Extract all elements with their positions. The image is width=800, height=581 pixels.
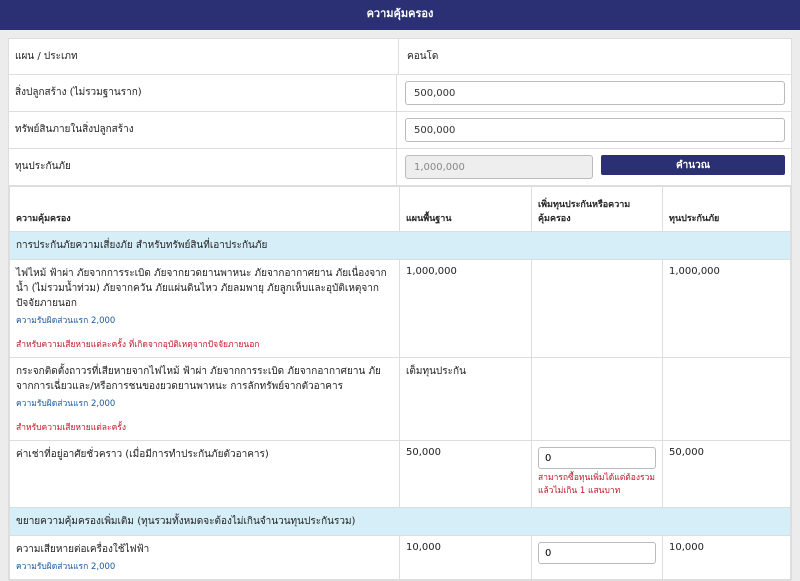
base-value: 50,000	[399, 440, 532, 508]
coverage-note: สำหรับความเสียหายแต่ละครั้ง	[16, 423, 126, 433]
coverage-panel: แผน / ประเภท คอนโด สิ่งปลูกสร้าง (ไม่รวม…	[8, 38, 792, 581]
building-row: สิ่งปลูกสร้าง (ไม่รวมฐานราก)	[9, 75, 791, 112]
coverage-title: ความเสียหายต่อเครื่องใช้ไฟฟ้า	[16, 544, 150, 555]
col-header: ความคุ้มครอง	[9, 186, 400, 232]
coverage-note: สำหรับความเสียหายแต่ละครั้ง ที่เกิดจากอุ…	[16, 340, 260, 350]
header-title: ความคุ้มครอง	[366, 7, 434, 20]
col-header: ทุนประกันภัย	[662, 186, 791, 232]
total-value	[662, 357, 791, 441]
table-row: กระจกติดตั้งถาวรที่เสียหายจากไฟไหม้ ฟ้าผ…	[9, 357, 791, 441]
extra-input[interactable]	[538, 447, 656, 469]
building-input[interactable]	[405, 81, 785, 105]
extra-note: สามารถซื้อทุนเพิ่มได้แต่ต้องรวมแล้วไม่เก…	[538, 473, 655, 496]
plan-row: แผน / ประเภท คอนโด	[9, 39, 791, 75]
base-value: เต็มทุนประกัน	[399, 357, 532, 441]
col-header: แผนพื้นฐาน	[399, 186, 532, 232]
page-header: ความคุ้มครอง	[0, 0, 800, 30]
coverage-table: ความคุ้มครอง แผนพื้นฐาน เพิ่มทุนประกันหร…	[9, 186, 791, 580]
table-row: ค่าเช่าที่อยู่อาศัยชั่วคราว (เมื่อมีการท…	[9, 440, 791, 508]
deductible: ความรับผิดส่วนแรก 2,000	[16, 562, 116, 572]
total-value: 50,000	[662, 440, 791, 508]
plan-label: แผน / ประเภท	[9, 39, 399, 74]
coverage-title: ไฟไหม้ ฟ้าผ่า ภัยจากการระเบิด ภัยจากยวดย…	[16, 268, 387, 309]
table-row: ความเสียหายต่อเครื่องใช้ไฟฟ้าความรับผิดส…	[9, 535, 791, 580]
coverage-title: กระจกติดตั้งถาวรที่เสียหายจากไฟไหม้ ฟ้าผ…	[16, 366, 381, 392]
property-label: ทรัพย์สินภายในสิ่งปลูกสร้าง	[9, 112, 397, 148]
property-input[interactable]	[405, 118, 785, 142]
base-value: 1,000,000	[399, 259, 532, 358]
total-value: 1,000,000	[662, 259, 791, 358]
coverage-title: ค่าเช่าที่อยู่อาศัยชั่วคราว (เมื่อมีการท…	[9, 440, 400, 508]
building-label: สิ่งปลูกสร้าง (ไม่รวมฐานราก)	[9, 75, 397, 111]
plan-value: คอนโด	[407, 51, 439, 62]
sum-row: ทุนประกันภัย คำนวณ	[9, 149, 791, 186]
section-header: ขยายความคุ้มครองเพิ่มเติม (ทุนรวมทั้งหมด…	[9, 507, 791, 536]
table-row: ไฟไหม้ ฟ้าผ่า ภัยจากการระเบิด ภัยจากยวดย…	[9, 259, 791, 358]
total-value: 10,000	[662, 535, 791, 580]
sum-label: ทุนประกันภัย	[9, 149, 397, 185]
extra-input[interactable]	[538, 542, 656, 564]
deductible: ความรับผิดส่วนแรก 2,000	[16, 399, 116, 409]
deductible: ความรับผิดส่วนแรก 2,000	[16, 316, 116, 326]
calculate-button[interactable]: คำนวณ	[601, 155, 785, 175]
section-header: การประกันภัยความเสี่ยงภัย สำหรับทรัพย์สิ…	[9, 231, 791, 260]
property-row: ทรัพย์สินภายในสิ่งปลูกสร้าง	[9, 112, 791, 149]
sum-input	[405, 155, 593, 179]
col-header: เพิ่มทุนประกันหรือความคุ้มครอง	[530, 186, 664, 232]
base-value: 10,000	[399, 535, 532, 580]
